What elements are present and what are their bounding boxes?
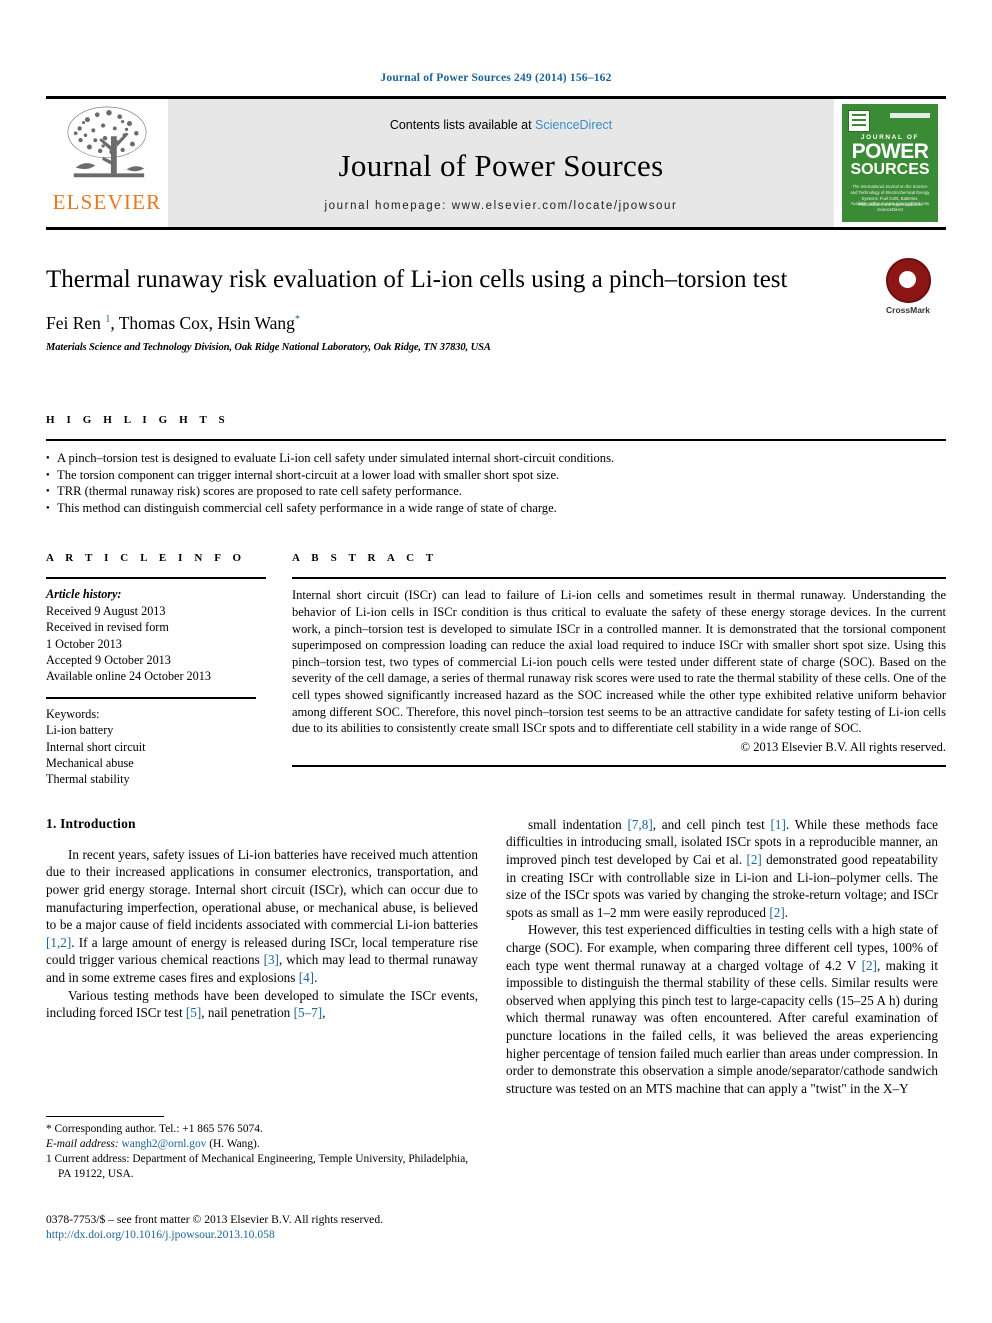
section-heading-introduction: 1. Introduction <box>46 815 136 831</box>
cover-power: POWER <box>851 140 929 163</box>
list-item: A pinch–torsion test is designed to eval… <box>46 450 946 467</box>
footnote-rule <box>46 1115 164 1117</box>
citation-link[interactable]: [2] <box>769 905 784 920</box>
keywords-label: Keywords: <box>46 706 100 721</box>
body-paragraph: In recent years, safety issues of Li-ion… <box>46 846 478 985</box>
highlights-section: H I G H L I G H T S A pinch–torsion test… <box>46 414 946 516</box>
contents-prefix: Contents lists available at <box>389 118 532 132</box>
cover-footer: Available online at www.sciencedirect.co… <box>850 201 930 212</box>
article-info-heading: A R T I C L E I N F O <box>46 552 246 565</box>
abstract-copyright: © 2013 Elsevier B.V. All rights reserved… <box>740 739 946 754</box>
crossmark-icon <box>885 258 931 303</box>
masthead-center: Contents lists available at ScienceDirec… <box>168 99 834 227</box>
list-item: The torsion component can trigger intern… <box>46 467 946 484</box>
running-head: Journal of Power Sources 249 (2014) 156–… <box>380 72 612 84</box>
footnote-email-label: E-mail address: <box>46 1137 119 1150</box>
info-line: Received 9 August 2013 <box>46 603 166 618</box>
abstract-column: A B S T R A C T Internal short circuit (… <box>292 552 946 787</box>
journal-title: Journal of Power Sources <box>338 148 664 183</box>
citation-link[interactable]: [5] <box>186 1005 201 1020</box>
info-line: 1 October 2013 <box>46 636 122 651</box>
footnote-email: E-mail address: wangh2@ornl.gov (H. Wang… <box>46 1137 478 1152</box>
cover-badge-icon <box>848 110 870 132</box>
affiliation: Materials Science and Technology Divisio… <box>46 342 491 353</box>
footer-issn-line: 0378-7753/$ – see front matter © 2013 El… <box>46 1212 384 1226</box>
citation-link[interactable]: [5–7] <box>294 1005 323 1020</box>
info-line: Internal short circuit <box>46 739 146 754</box>
footnote-corresponding-author: * Corresponding author. Tel.: +1 865 576… <box>46 1122 263 1135</box>
footnote-email-suffix: (H. Wang). <box>209 1137 260 1150</box>
elsevier-wordmark: ELSEVIER <box>52 190 162 214</box>
body-column-right: small indentation [7,8], and cell pinch … <box>506 816 938 1098</box>
highlights-list: A pinch–torsion test is designed to eval… <box>46 441 946 516</box>
citation-link[interactable]: [3] <box>264 952 279 967</box>
citation-link[interactable]: [4] <box>299 970 314 985</box>
journal-masthead: ELSEVIER Contents lists available at Sci… <box>46 96 946 230</box>
cover-art: JOURNAL OF POWER SOURCES The Internation… <box>842 104 938 222</box>
left-column-paragraphs: In recent years, safety issues of Li-ion… <box>46 846 478 1022</box>
info-line: Received in revised form <box>46 620 169 635</box>
crossmark-label: CrossMark <box>886 305 930 315</box>
right-column-paragraphs: small indentation [7,8], and cell pinch … <box>506 816 938 1098</box>
info-line: Mechanical abuse <box>46 756 134 771</box>
article-history-label: Article history: <box>46 587 122 602</box>
crossmark-badge[interactable]: CrossMark <box>870 258 946 315</box>
info-line: Available online 24 October 2013 <box>46 669 211 684</box>
abstract-text: Internal short circuit (ISCr) can lead t… <box>292 588 946 736</box>
page-title: Thermal runaway risk evaluation of Li-io… <box>46 266 788 293</box>
list-item: TRR (thermal runaway risk) scores are pr… <box>46 483 946 500</box>
footnotes-block: * Corresponding author. Tel.: +1 865 576… <box>46 1115 478 1243</box>
footer-doi-link[interactable]: http://dx.doi.org/10.1016/j.jpowsour.201… <box>46 1227 478 1243</box>
info-line: Thermal stability <box>46 772 130 787</box>
info-line: Li-ion battery <box>46 723 114 738</box>
body-paragraph: However, this test experienced difficult… <box>506 922 938 1096</box>
keywords-list: Li-ion battery Internal short circuit Mech… <box>46 722 266 788</box>
journal-homepage-link[interactable]: journal homepage: www.elsevier.com/locat… <box>325 200 678 212</box>
body-columns: 1. Introduction In recent years, safety … <box>46 815 946 1241</box>
contents-available-line: Contents lists available at ScienceDirec… <box>390 118 612 132</box>
author-list: Fei Ren 1, Thomas Cox, Hsin Wang* <box>46 313 300 333</box>
footer-issn: 0378-7753/$ – see front matter © 2013 El… <box>46 1212 478 1243</box>
paper-page: Journal of Power Sources 249 (2014) 156–… <box>0 0 992 1323</box>
publisher-logo: ELSEVIER <box>46 99 168 227</box>
citation-link[interactable]: [1] <box>771 817 786 832</box>
highlights-heading: H I G H L I G H T S <box>46 414 230 426</box>
article-info-column: A R T I C L E I N F O Article history: R… <box>46 552 292 787</box>
citation-link[interactable]: [1,2] <box>46 935 71 950</box>
article-history-list: Received 9 August 2013 Received in revise… <box>46 603 266 685</box>
abstract-heading: A B S T R A C T <box>292 552 438 565</box>
body-column-left: 1. Introduction In recent years, safety … <box>46 815 478 1241</box>
footnote-email-link[interactable]: wangh2@ornl.gov <box>122 1138 207 1150</box>
journal-cover-thumbnail: JOURNAL OF POWER SOURCES The Internation… <box>834 99 946 227</box>
footnote-current-address: 1 Current address: Department of Mechani… <box>46 1152 469 1180</box>
abstract-bottom-rule <box>292 764 946 767</box>
citation-link[interactable]: [2] <box>746 852 761 867</box>
sciencedirect-link[interactable]: ScienceDirect <box>535 118 612 132</box>
cover-topbar <box>890 113 930 118</box>
list-item: This method can distinguish commercial c… <box>46 500 946 517</box>
body-paragraph: Various testing methods have been develo… <box>46 987 478 1021</box>
article-history: Article history: Received 9 August 2013 R… <box>46 579 266 684</box>
body-paragraph: small indentation [7,8], and cell pinch … <box>506 816 938 920</box>
title-block: Thermal runaway risk evaluation of Li-io… <box>46 258 946 372</box>
info-line: Accepted 9 October 2013 <box>46 653 171 667</box>
citation-link[interactable]: [7,8] <box>627 817 652 832</box>
elsevier-tree-icon <box>67 106 147 178</box>
keywords: Keywords: Li-ion battery Internal short c… <box>46 699 266 788</box>
citation-link[interactable]: [2] <box>862 958 877 973</box>
cover-sources: SOURCES <box>850 161 930 178</box>
info-abstract-section: A R T I C L E I N F O Article history: R… <box>46 552 946 787</box>
